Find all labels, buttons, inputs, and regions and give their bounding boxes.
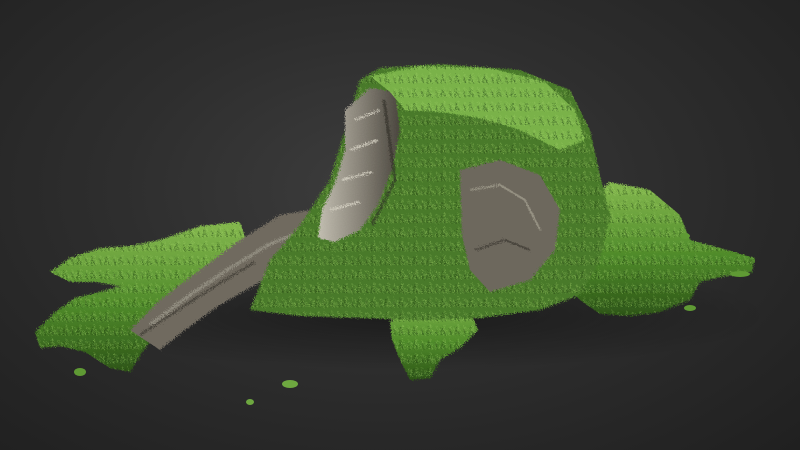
- viewport-canvas[interactable]: [0, 0, 800, 450]
- stump-render: [35, 64, 770, 405]
